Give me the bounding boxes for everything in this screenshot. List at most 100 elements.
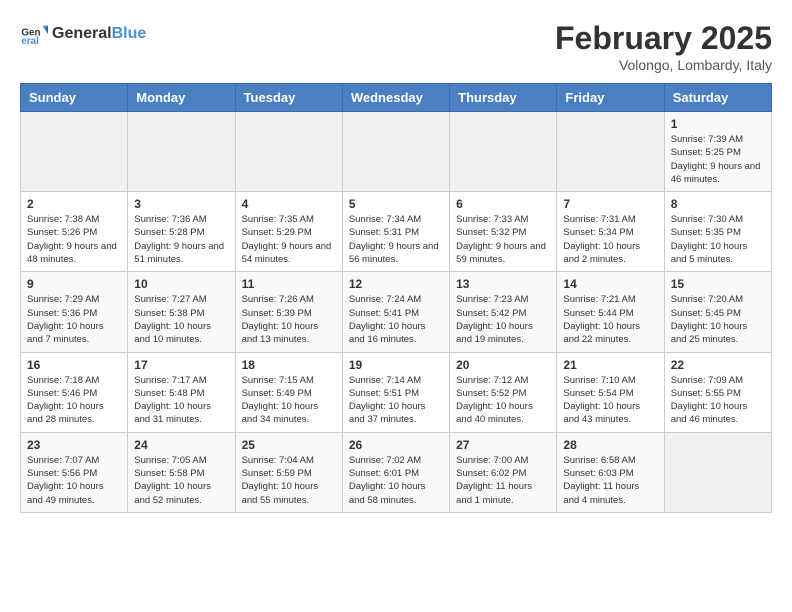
calendar-cell (450, 112, 557, 192)
day-number: 13 (456, 277, 550, 291)
calendar-cell (342, 112, 449, 192)
logo: Gen eral GeneralBlue (20, 20, 146, 48)
day-info: Sunrise: 7:39 AM Sunset: 5:25 PM Dayligh… (671, 133, 765, 186)
day-number: 16 (27, 358, 121, 372)
calendar-cell: 25 Sunrise: 7:04 AM Sunset: 5:59 PM Dayli… (235, 432, 342, 512)
calendar-cell: 1 Sunrise: 7:39 AM Sunset: 5:25 PM Daylig… (664, 112, 771, 192)
day-number: 23 (27, 438, 121, 452)
calendar-cell: 8Sunrise: 7:30 AM Sunset: 5:35 PM Daylig… (664, 192, 771, 272)
day-number: 4 (242, 197, 336, 211)
day-number: 9 (27, 277, 121, 291)
day-info: Sunrise: 7:36 AM Sunset: 5:28 PM Dayligh… (134, 213, 228, 266)
day-info: Sunrise: 7:02 AM Sunset: 6:01 PM Dayligh… (349, 454, 443, 507)
calendar-cell: 18 Sunrise: 7:15 AM Sunset: 5:49 PM Dayli… (235, 352, 342, 432)
calendar-cell (21, 112, 128, 192)
day-number: 27 (456, 438, 550, 452)
day-info: Sunrise: 7:10 AM Sunset: 5:54 PM Dayligh… (563, 374, 657, 427)
day-number: 17 (134, 358, 228, 372)
calendar-cell: 5Sunrise: 7:34 AM Sunset: 5:31 PM Daylig… (342, 192, 449, 272)
day-info: Sunrise: 7:35 AM Sunset: 5:29 PM Dayligh… (242, 213, 336, 266)
calendar-cell: 7 Sunrise: 7:31 AM Sunset: 5:34 PM Daylig… (557, 192, 664, 272)
calendar-cell: 12 Sunrise: 7:24 AM Sunset: 5:41 PM Dayli… (342, 272, 449, 352)
day-info: Sunrise: 7:18 AM Sunset: 5:46 PM Dayligh… (27, 374, 121, 427)
day-number: 3 (134, 197, 228, 211)
day-info: Sunrise: 7:15 AM Sunset: 5:49 PM Dayligh… (242, 374, 336, 427)
day-info: Sunrise: 7:33 AM Sunset: 5:32 PM Dayligh… (456, 213, 550, 266)
logo-icon: Gen eral (20, 20, 48, 48)
day-info: Sunrise: 7:09 AM Sunset: 5:55 PM Dayligh… (671, 374, 765, 427)
calendar-cell (664, 432, 771, 512)
title-area: February 2025 Volongo, Lombardy, Italy (555, 20, 772, 73)
calendar-body: 1 Sunrise: 7:39 AM Sunset: 5:25 PM Daylig… (21, 112, 772, 513)
weekday-header-sunday: Sunday (21, 84, 128, 112)
calendar-cell: 19 Sunrise: 7:14 AM Sunset: 5:51 PM Dayli… (342, 352, 449, 432)
day-number: 28 (563, 438, 657, 452)
logo-text: GeneralBlue (52, 25, 146, 43)
day-number: 7 (563, 197, 657, 211)
calendar-week-5: 23 Sunrise: 7:07 AM Sunset: 5:56 PM Dayli… (21, 432, 772, 512)
calendar-header-row: SundayMondayTuesdayWednesdayThursdayFrid… (21, 84, 772, 112)
weekday-header-monday: Monday (128, 84, 235, 112)
day-info: Sunrise: 7:29 AM Sunset: 5:36 PM Dayligh… (27, 293, 121, 346)
day-number: 22 (671, 358, 765, 372)
day-info: Sunrise: 7:21 AM Sunset: 5:44 PM Dayligh… (563, 293, 657, 346)
day-info: Sunrise: 7:14 AM Sunset: 5:51 PM Dayligh… (349, 374, 443, 427)
day-info: Sunrise: 6:58 AM Sunset: 6:03 PM Dayligh… (563, 454, 657, 507)
day-number: 19 (349, 358, 443, 372)
calendar-week-3: 9 Sunrise: 7:29 AM Sunset: 5:36 PM Daylig… (21, 272, 772, 352)
calendar-cell: 21 Sunrise: 7:10 AM Sunset: 5:54 PM Dayli… (557, 352, 664, 432)
day-info: Sunrise: 7:31 AM Sunset: 5:34 PM Dayligh… (563, 213, 657, 266)
day-number: 25 (242, 438, 336, 452)
day-info: Sunrise: 7:07 AM Sunset: 5:56 PM Dayligh… (27, 454, 121, 507)
day-number: 18 (242, 358, 336, 372)
weekday-header-wednesday: Wednesday (342, 84, 449, 112)
day-number: 1 (671, 117, 765, 131)
day-info: Sunrise: 7:23 AM Sunset: 5:42 PM Dayligh… (456, 293, 550, 346)
page-header: Gen eral GeneralBlue February 2025 Volon… (20, 20, 772, 73)
calendar-cell (128, 112, 235, 192)
day-info: Sunrise: 7:20 AM Sunset: 5:45 PM Dayligh… (671, 293, 765, 346)
calendar-cell: 27Sunrise: 7:00 AM Sunset: 6:02 PM Dayli… (450, 432, 557, 512)
day-number: 11 (242, 277, 336, 291)
calendar-week-4: 16 Sunrise: 7:18 AM Sunset: 5:46 PM Dayli… (21, 352, 772, 432)
calendar-subtitle: Volongo, Lombardy, Italy (555, 57, 772, 73)
calendar-cell: 6 Sunrise: 7:33 AM Sunset: 5:32 PM Daylig… (450, 192, 557, 272)
calendar-cell: 10Sunrise: 7:27 AM Sunset: 5:38 PM Dayli… (128, 272, 235, 352)
day-number: 12 (349, 277, 443, 291)
svg-text:eral: eral (21, 36, 39, 47)
day-info: Sunrise: 7:12 AM Sunset: 5:52 PM Dayligh… (456, 374, 550, 427)
calendar-cell: 13 Sunrise: 7:23 AM Sunset: 5:42 PM Dayli… (450, 272, 557, 352)
day-info: Sunrise: 7:24 AM Sunset: 5:41 PM Dayligh… (349, 293, 443, 346)
calendar-cell: 9 Sunrise: 7:29 AM Sunset: 5:36 PM Daylig… (21, 272, 128, 352)
day-number: 24 (134, 438, 228, 452)
weekday-header-saturday: Saturday (664, 84, 771, 112)
calendar-cell: 22 Sunrise: 7:09 AM Sunset: 5:55 PM Dayli… (664, 352, 771, 432)
calendar-week-1: 1 Sunrise: 7:39 AM Sunset: 5:25 PM Daylig… (21, 112, 772, 192)
weekday-header-friday: Friday (557, 84, 664, 112)
day-info: Sunrise: 7:38 AM Sunset: 5:26 PM Dayligh… (27, 213, 121, 266)
calendar-cell: 14Sunrise: 7:21 AM Sunset: 5:44 PM Dayli… (557, 272, 664, 352)
calendar-cell (557, 112, 664, 192)
day-info: Sunrise: 7:04 AM Sunset: 5:59 PM Dayligh… (242, 454, 336, 507)
day-number: 21 (563, 358, 657, 372)
calendar-cell: 2Sunrise: 7:38 AM Sunset: 5:26 PM Daylig… (21, 192, 128, 272)
calendar-cell: 28 Sunrise: 6:58 AM Sunset: 6:03 PM Dayli… (557, 432, 664, 512)
calendar-cell: 24 Sunrise: 7:05 AM Sunset: 5:58 PM Dayli… (128, 432, 235, 512)
calendar-cell: 4 Sunrise: 7:35 AM Sunset: 5:29 PM Daylig… (235, 192, 342, 272)
day-info: Sunrise: 7:30 AM Sunset: 5:35 PM Dayligh… (671, 213, 765, 266)
day-info: Sunrise: 7:26 AM Sunset: 5:39 PM Dayligh… (242, 293, 336, 346)
weekday-header-tuesday: Tuesday (235, 84, 342, 112)
calendar-cell: 11 Sunrise: 7:26 AM Sunset: 5:39 PM Dayli… (235, 272, 342, 352)
day-number: 6 (456, 197, 550, 211)
day-info: Sunrise: 7:17 AM Sunset: 5:48 PM Dayligh… (134, 374, 228, 427)
day-info: Sunrise: 7:05 AM Sunset: 5:58 PM Dayligh… (134, 454, 228, 507)
day-number: 26 (349, 438, 443, 452)
calendar-cell: 20 Sunrise: 7:12 AM Sunset: 5:52 PM Dayli… (450, 352, 557, 432)
day-info: Sunrise: 7:34 AM Sunset: 5:31 PM Dayligh… (349, 213, 443, 266)
day-number: 20 (456, 358, 550, 372)
calendar-cell (235, 112, 342, 192)
calendar-cell: 17 Sunrise: 7:17 AM Sunset: 5:48 PM Dayli… (128, 352, 235, 432)
day-number: 15 (671, 277, 765, 291)
calendar-cell: 26 Sunrise: 7:02 AM Sunset: 6:01 PM Dayli… (342, 432, 449, 512)
calendar-cell: 3 Sunrise: 7:36 AM Sunset: 5:28 PM Daylig… (128, 192, 235, 272)
